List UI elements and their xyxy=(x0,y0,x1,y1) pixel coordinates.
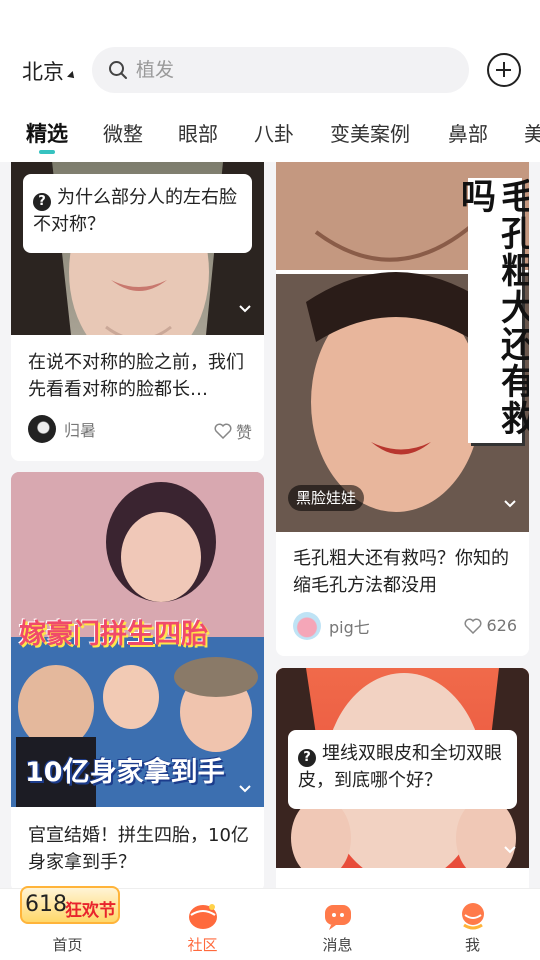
question-text: 埋线双眼皮和全切双眼皮，到底哪个好？ xyxy=(298,743,502,791)
post-author[interactable]: 归暑 xyxy=(28,415,96,443)
question-icon: ? xyxy=(33,192,51,211)
chevron-down-icon[interactable] xyxy=(238,782,252,796)
avatar xyxy=(293,612,321,640)
vertical-caption: 毛孔粗大还有救吗 xyxy=(455,178,529,437)
nav-community[interactable]: 社区 xyxy=(135,889,270,960)
like-button[interactable]: 626 xyxy=(464,616,517,635)
tab-featured[interactable]: 精选 xyxy=(26,118,68,158)
profile-icon xyxy=(461,903,484,930)
chevron-down-icon[interactable] xyxy=(238,302,252,316)
tab-beauty[interactable]: 美 xyxy=(524,118,540,158)
post-title: 官宣结婚！拼生四胎，10亿身家拿到手？ xyxy=(28,825,249,873)
question-bubble: ? 为什么部分人的左右脸不对称？ xyxy=(23,174,252,253)
promo-text: 狂欢节 xyxy=(65,901,116,921)
app: 北京 精选 微整 眼部 八卦 变美案例 鼻部 美 xyxy=(0,0,540,960)
promo-number: 618 xyxy=(25,892,67,917)
dropdown-caret-icon xyxy=(67,71,77,81)
author-name: pig七 xyxy=(329,618,370,637)
promo-badge-618[interactable]: 618 狂欢节 xyxy=(12,886,120,926)
post-card[interactable]: 嫁豪门拼生四胎 10亿身家拿到手 官宣结婚！拼生四胎，10亿身家拿到手？ xyxy=(11,472,264,892)
community-icon xyxy=(188,904,217,929)
avatar xyxy=(28,415,56,443)
like-button[interactable]: 赞 xyxy=(214,419,252,443)
like-count: 赞 xyxy=(235,423,252,442)
vertical-caption-box: 毛孔粗大还有救吗 xyxy=(455,178,529,443)
post-image: 嫁豪门拼生四胎 10亿身家拿到手 xyxy=(11,472,264,807)
chevron-down-icon[interactable] xyxy=(503,497,517,511)
search-bar[interactable] xyxy=(92,47,469,93)
post-image: ? 为什么部分人的左右脸不对称？ xyxy=(11,152,264,335)
city-selector[interactable]: 北京 xyxy=(22,56,77,86)
nav-label: 我 xyxy=(464,936,480,954)
like-count: 626 xyxy=(486,616,517,635)
tab-gossip[interactable]: 八卦 xyxy=(254,118,294,158)
tag-badge[interactable]: 黑脸娃娃 xyxy=(288,485,365,511)
heart-icon xyxy=(464,618,482,634)
question-icon: ? xyxy=(298,748,316,767)
image-caption: 10亿身家拿到手 xyxy=(25,757,225,788)
post-card[interactable]: ? 埋线双眼皮和全切双眼皮，到底哪个好？ xyxy=(276,668,529,898)
category-tabs: 精选 微整 眼部 八卦 变美案例 鼻部 美 xyxy=(0,118,540,162)
post-image: 毛孔粗大还有救吗 黑脸娃娃 xyxy=(276,152,529,532)
question-bubble: ? 埋线双眼皮和全切双眼皮，到底哪个好？ xyxy=(288,730,517,809)
tab-eyes[interactable]: 眼部 xyxy=(178,118,218,158)
heart-icon xyxy=(214,423,232,439)
city-label: 北京 xyxy=(22,60,64,84)
post-card[interactable]: ? 为什么部分人的左右脸不对称？ 在说不对称的脸之前，我们先看看对称的脸都长… 归… xyxy=(11,152,264,461)
nav-messages[interactable]: 消息 xyxy=(270,889,405,960)
image-headline: 嫁豪门拼生四胎 xyxy=(19,619,208,650)
tab-nose[interactable]: 鼻部 xyxy=(448,118,488,158)
question-text: 为什么部分人的左右脸不对称？ xyxy=(33,187,237,235)
tab-makeover-cases[interactable]: 变美案例 xyxy=(330,118,410,158)
tab-micro-cosmetic[interactable]: 微整 xyxy=(103,118,143,158)
message-icon xyxy=(324,905,351,930)
nav-label: 消息 xyxy=(322,936,353,954)
post-title: 毛孔粗大还有救吗？你知的缩毛孔方法都没用 xyxy=(293,548,509,596)
nav-profile[interactable]: 我 xyxy=(405,889,540,960)
top-header: 北京 精选 微整 眼部 八卦 变美案例 鼻部 美 xyxy=(0,0,540,162)
nav-label: 社区 xyxy=(187,936,218,954)
nav-label: 首页 xyxy=(52,936,83,954)
post-card[interactable]: 毛孔粗大还有救吗 黑脸娃娃 毛孔粗大还有救吗？你知的缩毛孔方法都没用 pig七 … xyxy=(276,152,529,656)
author-name: 归暑 xyxy=(64,421,97,440)
post-title: 在说不对称的脸之前，我们先看看对称的脸都长… xyxy=(28,352,244,400)
search-icon xyxy=(109,61,127,79)
search-input[interactable] xyxy=(136,59,416,81)
plus-circle-icon[interactable] xyxy=(487,53,521,87)
chevron-down-icon[interactable] xyxy=(503,843,517,857)
post-author[interactable]: pig七 xyxy=(293,612,370,640)
post-image: ? 埋线双眼皮和全切双眼皮，到底哪个好？ xyxy=(276,668,529,868)
